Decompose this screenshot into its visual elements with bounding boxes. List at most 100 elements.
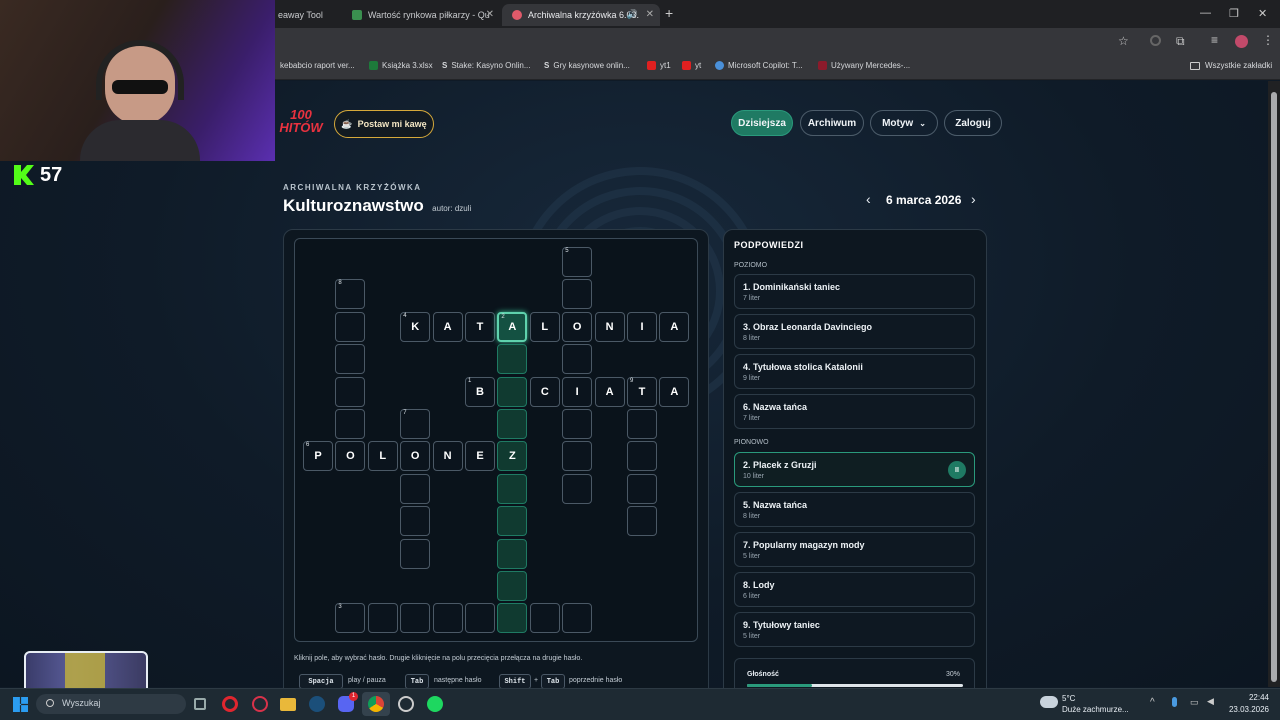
grid-cell[interactable]: 1B (465, 376, 495, 407)
grid-cell[interactable] (497, 376, 528, 407)
grid-cell[interactable] (335, 311, 366, 342)
grid-cell[interactable] (497, 603, 528, 634)
grid-cell[interactable] (562, 279, 593, 310)
grid-cell[interactable] (627, 441, 657, 472)
steam-icon[interactable] (309, 696, 325, 712)
grid-cell[interactable]: Z (497, 441, 528, 472)
grid-cell[interactable]: N (594, 311, 625, 342)
profile-avatar[interactable] (1235, 35, 1248, 48)
opera-gx-icon[interactable] (252, 696, 268, 712)
grid-cell[interactable]: 6P (303, 441, 333, 472)
grid-cell[interactable] (367, 603, 398, 634)
grid-cell[interactable]: A (432, 311, 463, 342)
site-logo[interactable]: 100 HITÓW (277, 108, 325, 134)
scrollbar-thumb[interactable] (1271, 92, 1277, 682)
close-window-icon[interactable]: ✕ (1258, 7, 1267, 20)
grid-cell[interactable] (497, 571, 528, 601)
grid-cell-selected[interactable]: 2A (497, 311, 528, 342)
grid-cell[interactable] (529, 603, 560, 634)
bookmark-item[interactable]: yt1 (647, 61, 671, 70)
close-icon[interactable]: ✕ (486, 9, 494, 20)
new-tab-button[interactable]: + (665, 5, 673, 21)
grid-cell[interactable]: L (367, 441, 398, 472)
kebab-menu-icon[interactable]: ⋮ (1262, 33, 1274, 47)
puzzle-icon[interactable]: ⧉ (1176, 34, 1185, 49)
opera-icon[interactable] (222, 696, 238, 712)
grid-cell[interactable]: 3 (335, 603, 366, 634)
grid-cell[interactable]: A (659, 311, 690, 342)
browser-tab[interactable]: Wartość rynkowa piłkarzy - Qu ✕ (342, 4, 500, 26)
clue-item[interactable]: 5. Nazwa tańca 8 liter (734, 492, 975, 527)
grid-cell[interactable]: O (562, 311, 593, 342)
grid-cell[interactable]: L (529, 311, 560, 342)
grid-cell[interactable] (400, 538, 431, 569)
grid-cell[interactable] (497, 344, 528, 375)
browser-tab[interactable]: eaway Tool (268, 4, 338, 26)
clue-item[interactable]: 9. Tytułowy taniec 5 liter (734, 612, 975, 647)
speaker-icon[interactable]: 🔊 (627, 9, 638, 20)
grid-cell[interactable] (562, 409, 593, 439)
task-view-icon[interactable] (194, 698, 206, 710)
grid-cell[interactable]: O (335, 441, 366, 472)
grid-cell[interactable] (497, 538, 528, 569)
grid-cell[interactable] (497, 473, 528, 504)
grid-cell[interactable] (562, 473, 593, 504)
close-icon[interactable]: ✕ (646, 9, 654, 20)
star-icon[interactable]: ☆ (1118, 34, 1129, 48)
grid-cell[interactable]: A (594, 376, 625, 407)
github-icon[interactable] (398, 696, 414, 712)
all-bookmarks[interactable]: Wszystkie zakładki (1190, 61, 1272, 70)
grid-cell[interactable] (465, 603, 495, 634)
clue-item-active[interactable]: 2. Placek z Gruzji 10 liter II (734, 452, 975, 487)
nav-archive[interactable]: Archiwum (800, 110, 864, 136)
clue-item[interactable]: 8. Lody 6 liter (734, 572, 975, 607)
volume-icon[interactable]: ◀ (1207, 696, 1214, 707)
grid-cell[interactable] (400, 473, 431, 504)
grid-cell[interactable]: 5 (562, 247, 593, 277)
grid-cell[interactable]: E (465, 441, 495, 472)
grid-cell[interactable] (627, 409, 657, 439)
menu-list-icon[interactable]: ≡ (1211, 33, 1218, 47)
grid-cell[interactable]: 8 (335, 279, 366, 310)
chrome-icon[interactable] (368, 696, 384, 712)
nav-login[interactable]: Zaloguj (944, 110, 1002, 136)
microphone-icon[interactable] (1172, 697, 1177, 707)
grid-cell[interactable] (562, 603, 593, 634)
maximize-icon[interactable]: ❐ (1229, 7, 1239, 20)
grid-cell[interactable]: 7 (400, 409, 431, 439)
grid-cell[interactable]: I (562, 376, 593, 407)
clue-item[interactable]: 4. Tytułowa stolica Katalonii 9 liter (734, 354, 975, 389)
bookmark-item[interactable]: Książka 3.xlsx (369, 61, 433, 70)
bookmark-item[interactable]: Microsoft Copilot: T... (715, 61, 803, 70)
grid-cell[interactable] (562, 344, 593, 375)
bookmark-item[interactable]: kebabcio raport ver... (280, 61, 355, 70)
network-icon[interactable]: ▭ (1190, 697, 1199, 708)
next-date-button[interactable]: › (971, 191, 976, 207)
grid-cell[interactable] (335, 409, 366, 439)
extension-icon[interactable] (1150, 35, 1161, 46)
grid-cell[interactable] (497, 506, 528, 537)
nav-today[interactable]: Dzisiejsza (731, 110, 793, 136)
browser-tab-active[interactable]: Archiwalna krzyżówka 6.03. 🔊 ✕ (502, 4, 660, 26)
taskbar-search[interactable] (36, 694, 186, 714)
folder-icon[interactable] (280, 698, 296, 711)
bookmark-item[interactable]: yt (682, 61, 701, 70)
grid-cell[interactable] (400, 603, 431, 634)
chevron-up-icon[interactable]: ^ (1150, 697, 1155, 708)
spotify-icon[interactable] (427, 696, 443, 712)
grid-cell[interactable]: I (627, 311, 657, 342)
grid-cell[interactable]: C (529, 376, 560, 407)
nav-theme-dropdown[interactable]: Motyw ⌄ (870, 110, 938, 136)
grid-cell[interactable]: T (465, 311, 495, 342)
grid-cell[interactable]: 9T (627, 376, 657, 407)
grid-cell[interactable]: 4K (400, 311, 431, 342)
grid-cell[interactable] (400, 506, 431, 537)
grid-cell[interactable] (562, 441, 593, 472)
grid-cell[interactable]: A (659, 376, 690, 407)
minimize-icon[interactable]: — (1200, 7, 1211, 19)
prev-date-button[interactable]: ‹ (866, 191, 871, 207)
bookmark-item[interactable]: S Gry kasynowe onlin... (544, 61, 630, 70)
clue-item[interactable]: 3. Obraz Leonarda Davinciego 8 liter (734, 314, 975, 349)
clue-item[interactable]: 6. Nazwa tańca 7 liter (734, 394, 975, 429)
pause-icon[interactable]: II (948, 461, 966, 479)
